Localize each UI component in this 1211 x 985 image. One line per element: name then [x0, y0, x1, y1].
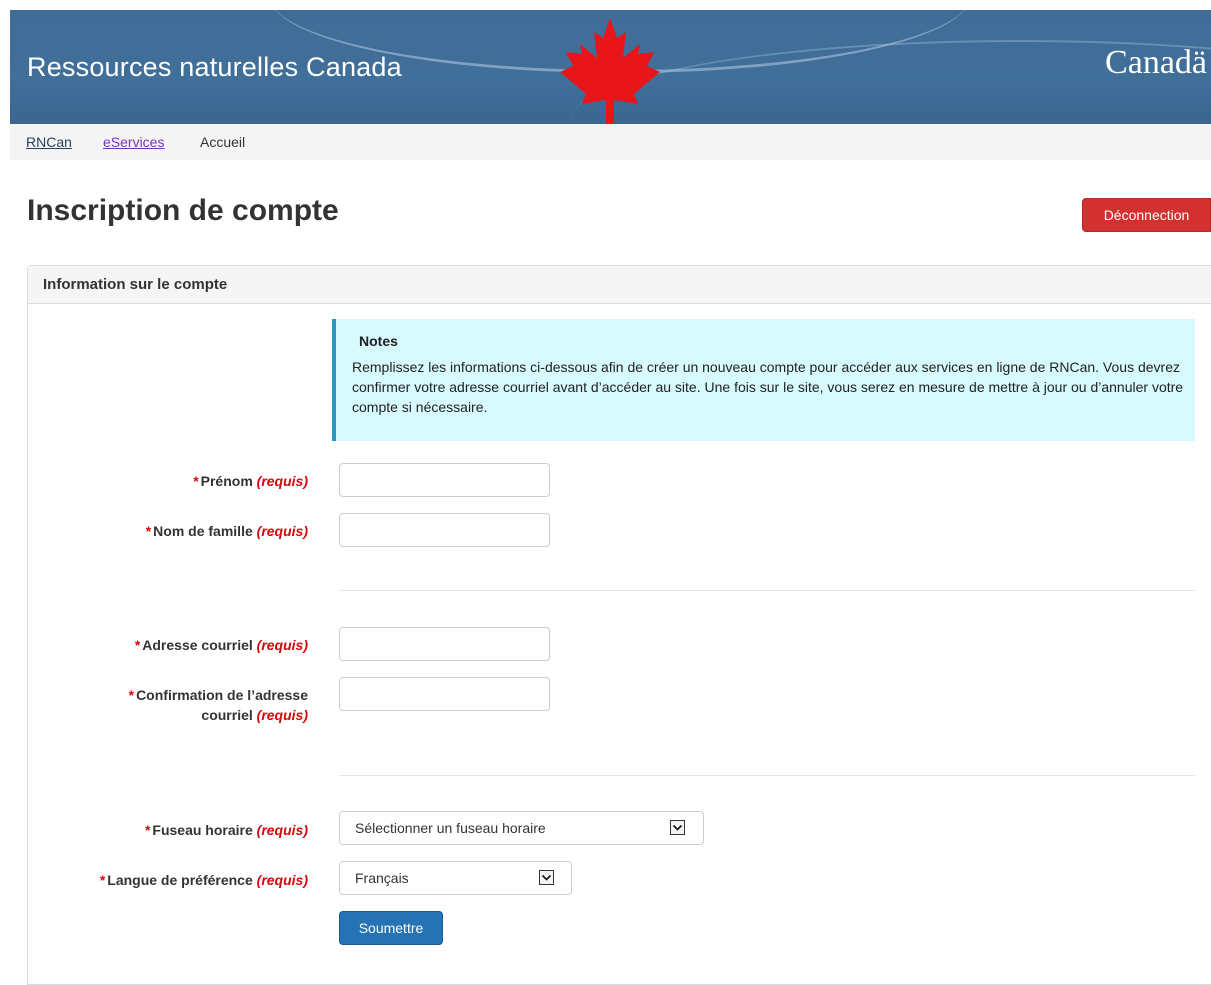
timezone-label-text: Fuseau horaire	[152, 822, 253, 838]
timezone-select[interactable]: Sélectionner un fuseau horaire	[339, 811, 704, 845]
required-text: (requis)	[256, 637, 308, 653]
notes-body: Remplissez les informations ci-dessous a…	[352, 359, 1184, 415]
last-name-label: * Nom de famille (requis)	[146, 521, 308, 541]
first-name-label-text: Prénom	[200, 473, 253, 489]
required-text: (requis)	[256, 707, 308, 723]
email-input[interactable]	[339, 627, 550, 661]
language-selected-value: Français	[355, 870, 409, 886]
required-star: *	[128, 687, 135, 703]
required-star: *	[145, 523, 152, 539]
page-title: Inscription de compte	[27, 194, 339, 227]
language-select[interactable]: Français	[339, 861, 572, 895]
breadcrumb-current: Accueil	[200, 134, 246, 150]
last-name-label-text: Nom de famille	[153, 523, 253, 539]
department-title[interactable]: Ressources naturelles Canada	[27, 52, 402, 83]
required-text: (requis)	[256, 473, 308, 489]
required-star: *	[134, 637, 141, 653]
timezone-label: * Fuseau horaire (requis)	[145, 820, 308, 840]
maple-leaf-icon	[560, 18, 660, 124]
breadcrumb-link-rncan[interactable]: RNCan	[26, 134, 72, 150]
email-confirm-label-text-1: Confirmation de l’adresse	[136, 687, 308, 703]
required-text: (requis)	[256, 872, 308, 888]
chevron-down-icon[interactable]	[670, 820, 685, 835]
email-confirm-label: * Confirmation de l’adresse courriel (req…	[129, 685, 308, 725]
language-label-text: Langue de préférence	[107, 872, 253, 888]
account-panel: Information sur le compte Notes Rempliss…	[27, 265, 1211, 985]
panel-title: Information sur le compte	[43, 276, 228, 293]
breadcrumb: RNCan eServices Accueil	[10, 124, 1211, 160]
notes-box: Notes Remplissez les informations ci-des…	[332, 319, 1195, 441]
email-label-text: Adresse courriel	[142, 637, 253, 653]
notes-title: Notes	[359, 333, 398, 349]
email-label: * Adresse courriel (requis)	[135, 635, 308, 655]
required-star: *	[193, 473, 199, 489]
last-name-input[interactable]	[339, 513, 550, 547]
first-name-label: * Prénom (requis)	[193, 471, 308, 491]
required-text: (requis)	[256, 822, 308, 838]
logout-button[interactable]: Déconnection	[1082, 198, 1211, 232]
required-star: *	[99, 872, 106, 888]
timezone-selected-value: Sélectionner un fuseau horaire	[355, 820, 546, 836]
submit-button[interactable]: Soumettre	[339, 911, 443, 945]
required-text: (requis)	[256, 523, 308, 539]
top-strip	[0, 0, 1211, 10]
panel-header: Information sur le compte	[28, 266, 1211, 304]
canada-wordmark: Canadä	[1105, 44, 1207, 81]
email-confirm-input[interactable]	[339, 677, 550, 711]
first-name-input[interactable]	[339, 463, 550, 497]
site-banner: Ressources naturelles Canada Canadä	[10, 10, 1211, 124]
chevron-down-icon[interactable]	[539, 870, 554, 885]
email-confirm-label-text-2: courriel	[201, 707, 253, 723]
breadcrumb-link-eservices[interactable]: eServices	[103, 134, 164, 150]
language-label: * Langue de préférence (requis)	[100, 870, 308, 890]
section-divider	[339, 775, 1195, 776]
section-divider	[339, 590, 1195, 591]
required-star: *	[144, 822, 151, 838]
